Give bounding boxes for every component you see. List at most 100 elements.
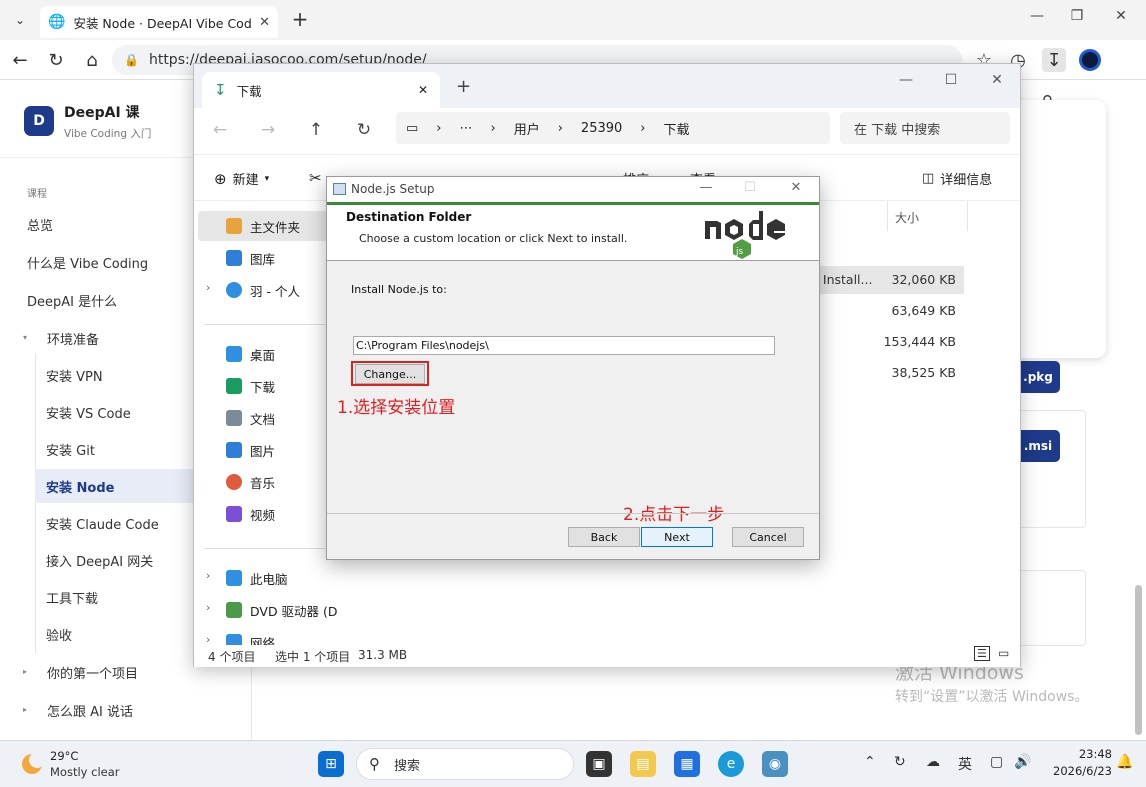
chevron-down-icon[interactable]: ▾: [23, 333, 27, 342]
tab-list-dropdown-icon[interactable]: ⌄: [8, 8, 32, 32]
msi-download-button[interactable]: .msi: [1016, 430, 1060, 462]
cancel-button[interactable]: Cancel: [732, 527, 804, 547]
sidebar-item-git[interactable]: 安装 Git: [46, 440, 95, 459]
install-path-input[interactable]: [353, 336, 775, 355]
sidebar-item-node[interactable]: 安装 Node: [46, 477, 114, 496]
breadcrumb-users[interactable]: 用户: [514, 119, 540, 138]
maximize-button[interactable]: ❐: [1062, 8, 1092, 24]
input-method-indicator[interactable]: 英: [958, 754, 972, 774]
chevron-up-icon[interactable]: ⌃: [864, 754, 876, 770]
store-icon[interactable]: ▦: [674, 751, 700, 777]
tab-close-icon[interactable]: ✕: [259, 15, 270, 30]
details-view-icon[interactable]: ☰: [974, 646, 990, 661]
home-icon[interactable]: ⌂: [80, 48, 104, 72]
sidebar-item-overview[interactable]: 总览: [27, 215, 53, 234]
browser-tab-bar: ⌄ 🌐 安装 Node · DeepAI Vibe Coding 课 ✕ + —…: [0, 0, 1146, 40]
file-row[interactable]: 序 153,444 KB: [800, 328, 964, 356]
chevron-right-icon[interactable]: ›: [206, 281, 210, 294]
back-arrow-icon[interactable]: ←: [8, 48, 32, 72]
taskbar-search[interactable]: ⚲ 搜索: [356, 748, 574, 780]
explorer-address-row: ← → ↑ ↻ ▭ › ⋯ › 用户 › 25390 › 下载 在 下载 中搜索: [194, 108, 1020, 154]
site-brand[interactable]: DeepAI 课: [64, 102, 140, 122]
site-logo[interactable]: D: [24, 106, 54, 136]
network-icon[interactable]: ▢: [990, 754, 1003, 770]
reload-icon[interactable]: ↻: [44, 48, 68, 72]
new-button[interactable]: ⊕ 新建 ▾: [214, 169, 269, 189]
windows-taskbar: 29°C Mostly clear ⊞ ⚲ 搜索 ▣ ▤ ▦ e ◉ ⌃ ↻ ☁…: [0, 740, 1146, 787]
breadcrumb-user-folder[interactable]: 25390: [581, 121, 622, 136]
pkg-download-button[interactable]: .pkg: [1016, 361, 1060, 393]
sidebar-item-vscode[interactable]: 安装 VS Code: [46, 403, 131, 422]
explorer-tab[interactable]: ↧ 下载 ✕: [202, 72, 440, 108]
column-header-size[interactable]: 大小: [895, 209, 919, 226]
explorer-breadcrumb[interactable]: ▭ › ⋯ › 用户 › 25390 › 下载: [396, 112, 830, 144]
details-pane-button[interactable]: ◫ 详细信息: [922, 169, 992, 188]
volume-icon[interactable]: 🔊: [1014, 754, 1031, 770]
new-tab-button[interactable]: +: [288, 8, 312, 32]
breadcrumb-downloads[interactable]: 下载: [663, 119, 689, 138]
up-arrow-icon[interactable]: ↑: [304, 120, 328, 140]
sidebar-item-gateway[interactable]: 接入 DeepAI 网关: [46, 551, 153, 570]
file-row[interactable]: vs Install... 32,060 KB: [800, 266, 964, 294]
explorer-search-input[interactable]: 在 下载 中搜索: [840, 112, 1010, 144]
file-size: 38,525 KB: [891, 365, 956, 380]
forward-arrow-icon[interactable]: →: [256, 120, 280, 140]
chevron-right-icon[interactable]: ›: [206, 569, 210, 582]
sidebar-item-talk-to-ai[interactable]: 怎么跟 AI 说话: [47, 701, 133, 720]
file-explorer-icon[interactable]: ▤: [630, 751, 656, 777]
task-view-icon[interactable]: ▣: [586, 751, 612, 777]
new-tab-button[interactable]: +: [456, 76, 471, 97]
edge-browser-icon[interactable]: e: [718, 751, 744, 777]
nav-item-dvd-drive[interactable]: DVD 驱动器 (D: [226, 596, 350, 624]
file-row[interactable]: 序 63,649 KB: [800, 297, 964, 325]
close-window-button[interactable]: ✕: [1106, 8, 1136, 24]
sidebar-item-what-is-vibe[interactable]: 什么是 Vibe Coding: [27, 253, 148, 272]
nav-item-this-pc[interactable]: 此电脑: [226, 564, 350, 592]
nav-divider: [204, 548, 344, 549]
dialog-heading: Destination Folder: [346, 210, 472, 224]
cloud-icon[interactable]: ☁: [926, 754, 940, 770]
weather-description[interactable]: Mostly clear: [50, 765, 119, 779]
minimize-button[interactable]: —: [1022, 8, 1052, 24]
file-size: 32,060 KB: [891, 272, 956, 287]
back-arrow-icon[interactable]: ←: [208, 120, 232, 140]
chevron-right-icon[interactable]: ›: [206, 633, 210, 645]
nav-label: 羽 - 个人: [250, 283, 300, 299]
installer-icon[interactable]: ◉: [762, 751, 788, 777]
minimize-button[interactable]: —: [891, 72, 921, 88]
chevron-right-icon[interactable]: ▸: [23, 667, 27, 676]
tiles-view-icon[interactable]: ▭: [998, 646, 1009, 660]
back-button[interactable]: Back: [568, 527, 640, 547]
refresh-icon[interactable]: ↻: [352, 120, 376, 140]
more-icon[interactable]: ⋯: [460, 121, 473, 136]
sidebar-item-claude-code[interactable]: 安装 Claude Code: [46, 514, 159, 533]
clock-date[interactable]: 2026/6/23: [1040, 764, 1112, 778]
minimize-button[interactable]: —: [691, 180, 721, 195]
downloads-icon[interactable]: ↧: [1042, 48, 1066, 72]
next-button[interactable]: Next: [641, 527, 713, 547]
sidebar-item-tools[interactable]: 工具下载: [46, 588, 98, 607]
file-row[interactable]: 序 38,525 KB: [800, 359, 964, 387]
page-scrollbar[interactable]: [1135, 585, 1142, 735]
close-icon[interactable]: ✕: [418, 83, 428, 97]
chevron-right-icon[interactable]: ▸: [23, 705, 27, 714]
weather-moon-icon[interactable]: [18, 749, 48, 779]
close-window-button[interactable]: ✕: [781, 180, 811, 195]
maximize-button[interactable]: ☐: [936, 72, 966, 88]
sync-icon[interactable]: ↻: [894, 754, 906, 770]
sidebar-item-what-is-deepai[interactable]: DeepAI 是什么: [27, 291, 117, 310]
windows-start-icon[interactable]: ⊞: [318, 751, 344, 777]
sidebar-item-first-project[interactable]: 你的第一个项目: [47, 663, 138, 682]
cut-icon[interactable]: ✂: [309, 169, 322, 187]
profile-avatar[interactable]: [1078, 48, 1102, 72]
weather-temperature[interactable]: 29°C: [50, 749, 78, 763]
browser-tab[interactable]: 🌐 安装 Node · DeepAI Vibe Coding 课 ✕: [40, 6, 278, 38]
nav-item-network[interactable]: 网络: [226, 628, 350, 645]
close-window-button[interactable]: ✕: [982, 72, 1012, 88]
clock-time[interactable]: 23:48: [1040, 747, 1112, 761]
sidebar-item-verify[interactable]: 验收: [46, 625, 72, 644]
chevron-right-icon[interactable]: ›: [206, 601, 210, 614]
sidebar-item-env-setup[interactable]: 环境准备: [47, 329, 99, 348]
notification-bell-icon[interactable]: 🔔: [1116, 754, 1133, 770]
sidebar-item-vpn[interactable]: 安装 VPN: [46, 366, 103, 385]
